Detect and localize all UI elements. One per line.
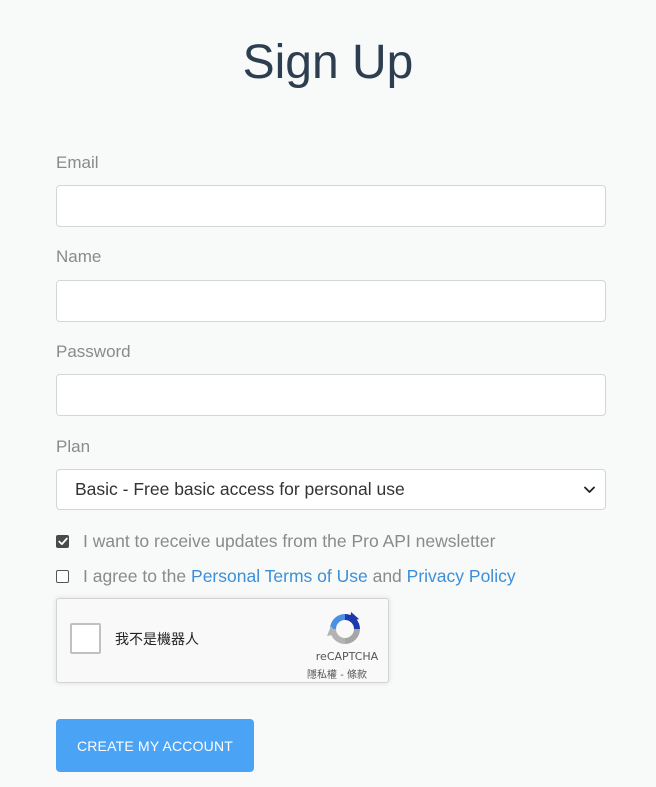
recaptcha-logo-icon bbox=[327, 612, 360, 644]
terms-joiner: and bbox=[372, 566, 402, 586]
checkmark-icon bbox=[57, 537, 68, 545]
recaptcha-privacy-link[interactable]: 隱私權 bbox=[307, 670, 337, 681]
name-field[interactable] bbox=[56, 280, 606, 322]
name-label: Name bbox=[56, 247, 102, 266]
recaptcha-brand: reCAPTCHA bbox=[315, 650, 379, 663]
recaptcha-links: 隱私權 - 條款 bbox=[295, 666, 379, 681]
recaptcha-terms-link[interactable]: 條款 bbox=[347, 670, 367, 681]
email-field[interactable] bbox=[56, 185, 606, 227]
create-account-button[interactable]: CREATE MY ACCOUNT bbox=[56, 719, 254, 772]
signup-page: Sign Up Email Name Password Plan Basic -… bbox=[0, 0, 656, 787]
terms-of-use-link[interactable]: Personal Terms of Use bbox=[191, 565, 368, 587]
email-label: Email bbox=[56, 153, 99, 172]
recaptcha-checkbox[interactable] bbox=[70, 623, 101, 654]
recaptcha-label: 我不是機器人 bbox=[115, 632, 199, 648]
newsletter-option: I want to receive updates from the Pro A… bbox=[56, 530, 495, 552]
plan-select[interactable]: Basic - Free basic access for personal u… bbox=[56, 469, 606, 510]
terms-checkbox[interactable] bbox=[56, 569, 69, 583]
chevron-down-icon bbox=[583, 484, 595, 496]
recaptcha-separator: - bbox=[337, 670, 347, 681]
password-label: Password bbox=[56, 342, 131, 361]
plan-label: Plan bbox=[56, 437, 91, 456]
page-title: Sign Up bbox=[242, 36, 414, 89]
recaptcha-widget: 我不是機器人 reCAPTCHA 隱私權 - 條款 bbox=[56, 598, 389, 683]
terms-option: I agree to the Personal Terms of Use and… bbox=[56, 565, 516, 587]
terms-prefix: I agree to the bbox=[83, 566, 187, 586]
password-field[interactable] bbox=[56, 374, 606, 416]
newsletter-checkbox[interactable] bbox=[56, 534, 69, 548]
plan-selected-value: Basic - Free basic access for personal u… bbox=[75, 479, 405, 499]
privacy-policy-link[interactable]: Privacy Policy bbox=[407, 565, 516, 587]
newsletter-label: I want to receive updates from the Pro A… bbox=[83, 531, 496, 551]
